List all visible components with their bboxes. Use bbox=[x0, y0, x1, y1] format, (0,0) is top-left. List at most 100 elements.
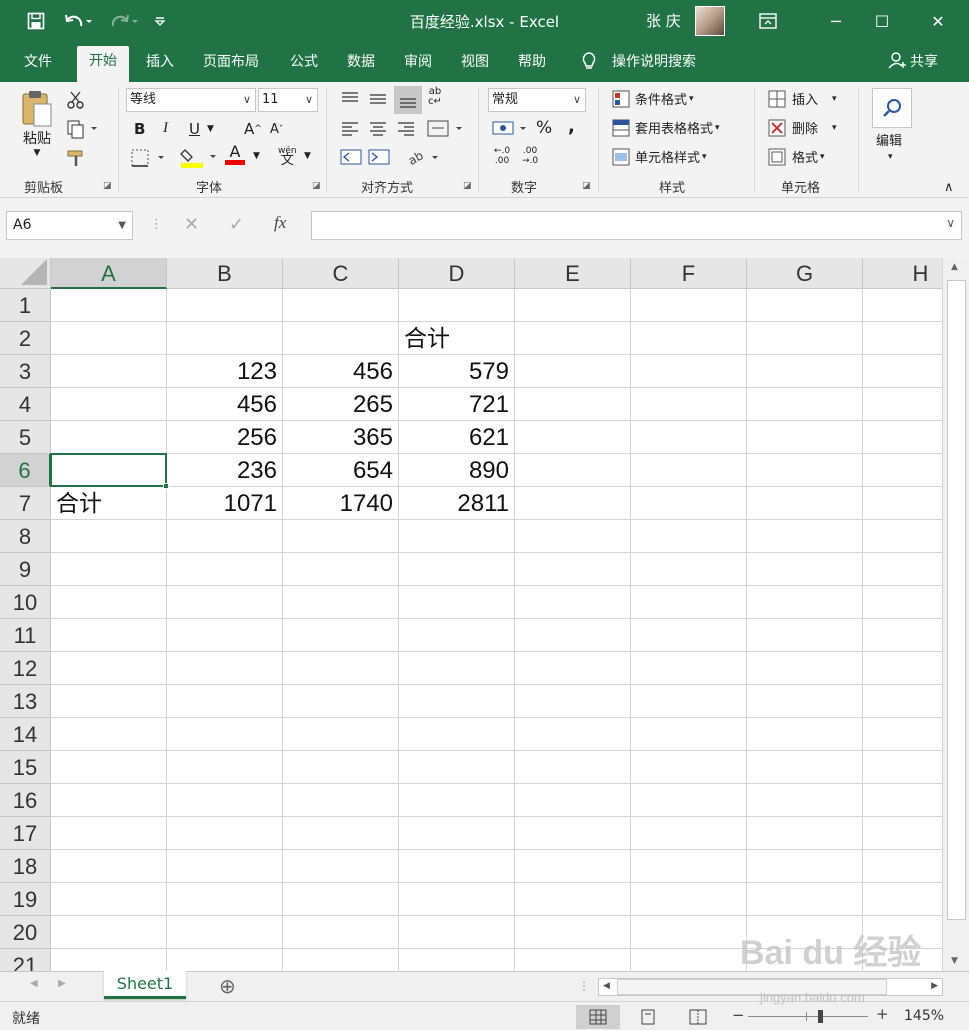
cell-e11[interactable] bbox=[515, 619, 631, 652]
cell-h7[interactable] bbox=[863, 487, 942, 520]
cell-a18[interactable] bbox=[51, 850, 167, 883]
normal-view-icon[interactable] bbox=[576, 1005, 620, 1029]
cell-h10[interactable] bbox=[863, 586, 942, 619]
cell-c7[interactable]: 1740 bbox=[283, 487, 399, 520]
row-header-19[interactable]: 19 bbox=[0, 883, 51, 916]
cell-h17[interactable] bbox=[863, 817, 942, 850]
insert-function-icon[interactable]: fx bbox=[274, 213, 286, 233]
collapse-ribbon-icon[interactable]: ∧ bbox=[944, 180, 954, 195]
cell-d14[interactable] bbox=[399, 718, 515, 751]
cancel-icon[interactable]: ✕ bbox=[184, 214, 199, 235]
lightbulb-icon[interactable] bbox=[580, 51, 598, 73]
name-box[interactable]: A6 ▼ bbox=[6, 211, 133, 240]
italic-button[interactable]: I bbox=[163, 120, 168, 137]
cell-g14[interactable] bbox=[747, 718, 863, 751]
cell-e4[interactable] bbox=[515, 388, 631, 421]
column-header-b[interactable]: B bbox=[167, 258, 283, 289]
sheet-tab-sheet1[interactable]: Sheet1 bbox=[104, 971, 186, 999]
column-header-h[interactable]: H bbox=[863, 258, 942, 289]
decrease-indent-icon[interactable] bbox=[340, 148, 362, 166]
vertical-scroll-thumb[interactable] bbox=[947, 280, 966, 920]
search-icon[interactable] bbox=[872, 88, 912, 128]
zoom-slider[interactable] bbox=[748, 1010, 868, 1023]
cell-a5[interactable] bbox=[51, 421, 167, 454]
cell-g21[interactable] bbox=[747, 949, 863, 971]
borders-icon[interactable] bbox=[130, 148, 166, 168]
phonetic-guide-icon[interactable]: wén 文 bbox=[278, 146, 297, 167]
cell-d10[interactable] bbox=[399, 586, 515, 619]
font-name-combo[interactable]: 等线 ∨ bbox=[126, 88, 256, 112]
cell-b1[interactable] bbox=[167, 289, 283, 322]
save-icon[interactable] bbox=[22, 7, 50, 35]
cell-b15[interactable] bbox=[167, 751, 283, 784]
cell-a3[interactable] bbox=[51, 355, 167, 388]
merge-center-icon[interactable] bbox=[426, 119, 466, 139]
zoom-in-icon[interactable]: + bbox=[876, 1005, 889, 1023]
decrease-decimal-icon[interactable]: .00 →.0 bbox=[522, 146, 538, 166]
cell-b9[interactable] bbox=[167, 553, 283, 586]
avatar[interactable] bbox=[695, 6, 725, 36]
cell-f20[interactable] bbox=[631, 916, 747, 949]
text-orientation-icon[interactable]: ab c↵ bbox=[428, 87, 442, 107]
cell-a21[interactable] bbox=[51, 949, 167, 971]
cell-e20[interactable] bbox=[515, 916, 631, 949]
bold-button[interactable]: B bbox=[134, 120, 145, 138]
customize-qat-icon[interactable] bbox=[150, 7, 170, 35]
row-header-2[interactable]: 2 bbox=[0, 322, 51, 355]
cell-h16[interactable] bbox=[863, 784, 942, 817]
increase-indent-icon[interactable] bbox=[368, 148, 390, 166]
column-header-d[interactable]: D bbox=[399, 258, 515, 289]
cell-c12[interactable] bbox=[283, 652, 399, 685]
cell-f9[interactable] bbox=[631, 553, 747, 586]
cell-f7[interactable] bbox=[631, 487, 747, 520]
cell-g20[interactable] bbox=[747, 916, 863, 949]
cell-d18[interactable] bbox=[399, 850, 515, 883]
cell-e13[interactable] bbox=[515, 685, 631, 718]
row-header-20[interactable]: 20 bbox=[0, 916, 51, 949]
cell-c17[interactable] bbox=[283, 817, 399, 850]
horizontal-scroll-thumb[interactable] bbox=[617, 979, 887, 995]
cell-h3[interactable] bbox=[863, 355, 942, 388]
cell-a10[interactable] bbox=[51, 586, 167, 619]
cell-h13[interactable] bbox=[863, 685, 942, 718]
scroll-right-icon[interactable]: ▶ bbox=[931, 981, 938, 991]
cell-b10[interactable] bbox=[167, 586, 283, 619]
cell-e10[interactable] bbox=[515, 586, 631, 619]
tell-me-search[interactable]: 操作说明搜索 bbox=[612, 51, 696, 73]
row-header-17[interactable]: 17 bbox=[0, 817, 51, 850]
row-header-3[interactable]: 3 bbox=[0, 355, 51, 388]
row-header-9[interactable]: 9 bbox=[0, 553, 51, 586]
chevron-down-icon[interactable]: ▼ bbox=[304, 151, 311, 161]
row-header-4[interactable]: 4 bbox=[0, 388, 51, 421]
cell-e5[interactable] bbox=[515, 421, 631, 454]
cell-f13[interactable] bbox=[631, 685, 747, 718]
cell-c8[interactable] bbox=[283, 520, 399, 553]
row-header-16[interactable]: 16 bbox=[0, 784, 51, 817]
cell-c20[interactable] bbox=[283, 916, 399, 949]
chevron-down-icon[interactable]: ▾ bbox=[888, 152, 893, 162]
cell-f19[interactable] bbox=[631, 883, 747, 916]
underline-button[interactable]: U bbox=[189, 120, 200, 138]
cell-c14[interactable] bbox=[283, 718, 399, 751]
cell-g13[interactable] bbox=[747, 685, 863, 718]
paste-button[interactable]: 粘贴 ▼ bbox=[20, 88, 54, 158]
row-header-18[interactable]: 18 bbox=[0, 850, 51, 883]
cut-icon[interactable] bbox=[66, 90, 86, 110]
cell-c16[interactable] bbox=[283, 784, 399, 817]
cell-e16[interactable] bbox=[515, 784, 631, 817]
cell-c10[interactable] bbox=[283, 586, 399, 619]
cell-d13[interactable] bbox=[399, 685, 515, 718]
cell-d7[interactable]: 2811 bbox=[399, 487, 515, 520]
cell-a15[interactable] bbox=[51, 751, 167, 784]
cell-h14[interactable] bbox=[863, 718, 942, 751]
cell-h9[interactable] bbox=[863, 553, 942, 586]
cell-e1[interactable] bbox=[515, 289, 631, 322]
row-header-6[interactable]: 6 bbox=[0, 454, 51, 487]
share-button[interactable]: 共享 bbox=[910, 51, 938, 73]
cell-h6[interactable] bbox=[863, 454, 942, 487]
cell-e7[interactable] bbox=[515, 487, 631, 520]
cell-a19[interactable] bbox=[51, 883, 167, 916]
cell-d2[interactable]: 合计 bbox=[399, 322, 515, 355]
cell-a1[interactable] bbox=[51, 289, 167, 322]
cell-c15[interactable] bbox=[283, 751, 399, 784]
